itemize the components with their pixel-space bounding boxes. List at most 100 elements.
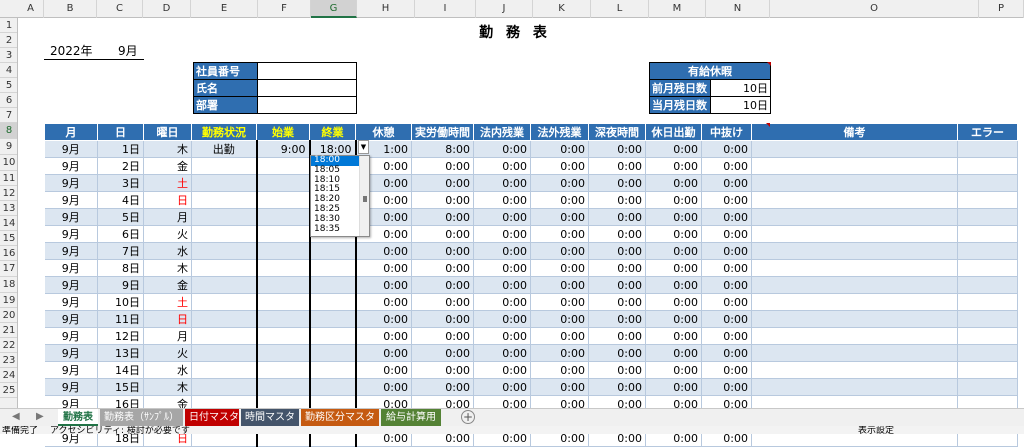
error-cell[interactable] — [957, 310, 1018, 328]
over-ot-cell[interactable]: 0:00 — [530, 344, 589, 362]
status-cell[interactable] — [191, 191, 257, 209]
row-header-21[interactable]: 21 — [0, 323, 17, 338]
row-header-10[interactable]: 10 — [0, 155, 17, 171]
over-ot-cell[interactable]: 0:00 — [530, 310, 589, 328]
over-ot-cell[interactable]: 0:00 — [530, 157, 589, 175]
status-cell[interactable] — [191, 361, 257, 379]
night-cell[interactable]: 0:00 — [588, 225, 646, 243]
accessibility-status[interactable]: アクセシビリティ: 検討が必要です — [50, 426, 190, 434]
end-time-cell[interactable] — [308, 378, 357, 396]
weekday-cell[interactable]: 土 — [143, 174, 192, 192]
status-cell[interactable] — [191, 276, 257, 294]
weekday-cell[interactable]: 火 — [143, 225, 192, 243]
start-time-cell[interactable] — [255, 378, 310, 396]
night-cell[interactable]: 0:00 — [588, 378, 646, 396]
weekday-cell[interactable]: 月 — [143, 208, 192, 226]
night-cell[interactable]: 0:00 — [588, 191, 646, 209]
month-cell[interactable]: 9月 — [44, 259, 98, 277]
status-cell[interactable] — [191, 225, 257, 243]
error-cell[interactable] — [957, 242, 1018, 260]
start-time-cell[interactable] — [255, 242, 310, 260]
column-header-a[interactable]: A — [18, 0, 44, 18]
row-header-14[interactable]: 14 — [0, 216, 17, 231]
add-sheet-button[interactable]: + — [461, 410, 475, 424]
row-header-7[interactable]: 7 — [0, 108, 17, 123]
day-cell[interactable]: 12日 — [97, 327, 144, 345]
row-header-12[interactable]: 12 — [0, 186, 17, 201]
legal-ot-cell[interactable]: 0:00 — [473, 361, 531, 379]
over-ot-cell[interactable]: 0:00 — [530, 140, 589, 158]
mid-break-cell[interactable]: 0:00 — [701, 327, 752, 345]
row-header-5[interactable]: 5 — [0, 78, 17, 93]
month-cell[interactable]: 9月 — [44, 157, 98, 175]
day-cell[interactable]: 3日 — [97, 174, 144, 192]
holiday-cell[interactable]: 0:00 — [645, 378, 702, 396]
legal-ot-cell[interactable]: 0:00 — [473, 242, 531, 260]
weekday-cell[interactable]: 木 — [143, 378, 192, 396]
error-cell[interactable] — [957, 327, 1018, 345]
day-cell[interactable]: 10日 — [97, 293, 144, 311]
holiday-cell[interactable]: 0:00 — [645, 293, 702, 311]
weekday-cell[interactable]: 水 — [143, 242, 192, 260]
remarks-cell[interactable] — [751, 174, 958, 192]
legal-ot-cell[interactable]: 0:00 — [473, 378, 531, 396]
prev-sheet-icon[interactable]: ◀ — [12, 411, 20, 422]
row-header-11[interactable]: 11 — [0, 171, 17, 186]
work-hours-cell[interactable]: 0:00 — [411, 242, 474, 260]
column-header-l[interactable]: L — [591, 0, 649, 18]
remarks-cell[interactable] — [751, 140, 958, 158]
month-cell[interactable]: 9月 — [44, 276, 98, 294]
holiday-cell[interactable]: 0:00 — [645, 327, 702, 345]
weekday-cell[interactable]: 金 — [143, 276, 192, 294]
work-hours-cell[interactable]: 0:00 — [411, 157, 474, 175]
day-cell[interactable]: 7日 — [97, 242, 144, 260]
start-time-cell[interactable] — [255, 310, 310, 328]
column-header-k[interactable]: K — [533, 0, 591, 18]
next-sheet-icon[interactable]: ▶ — [36, 411, 44, 422]
end-time-cell[interactable] — [308, 259, 357, 277]
month-cell[interactable]: 9月 — [44, 361, 98, 379]
error-cell[interactable] — [957, 208, 1018, 226]
night-cell[interactable]: 0:00 — [588, 157, 646, 175]
holiday-cell[interactable]: 0:00 — [645, 191, 702, 209]
mid-break-cell[interactable]: 0:00 — [701, 208, 752, 226]
mid-break-cell[interactable]: 0:00 — [701, 310, 752, 328]
end-time-cell[interactable] — [308, 327, 357, 345]
end-time-cell[interactable] — [308, 276, 357, 294]
day-cell[interactable]: 13日 — [97, 344, 144, 362]
holiday-cell[interactable]: 0:00 — [645, 208, 702, 226]
weekday-cell[interactable]: 火 — [143, 344, 192, 362]
night-cell[interactable]: 0:00 — [588, 344, 646, 362]
work-hours-cell[interactable]: 0:00 — [411, 361, 474, 379]
holiday-cell[interactable]: 0:00 — [645, 344, 702, 362]
column-header-d[interactable]: D — [143, 0, 191, 18]
holiday-cell[interactable]: 0:00 — [645, 140, 702, 158]
column-header-j[interactable]: J — [476, 0, 533, 18]
holiday-cell[interactable]: 0:00 — [645, 157, 702, 175]
row-header-24[interactable]: 24 — [0, 368, 17, 383]
legal-ot-cell[interactable]: 0:00 — [473, 157, 531, 175]
error-cell[interactable] — [957, 293, 1018, 311]
row-header-4[interactable]: 4 — [0, 63, 17, 78]
work-hours-cell[interactable]: 0:00 — [411, 208, 474, 226]
holiday-cell[interactable]: 0:00 — [645, 276, 702, 294]
remarks-cell[interactable] — [751, 361, 958, 379]
break-cell[interactable]: 0:00 — [355, 344, 412, 362]
remarks-cell[interactable] — [751, 378, 958, 396]
weekday-cell[interactable]: 日 — [143, 191, 192, 209]
weekday-cell[interactable]: 金 — [143, 157, 192, 175]
column-header-f[interactable]: F — [258, 0, 311, 18]
status-cell[interactable] — [191, 174, 257, 192]
weekday-cell[interactable]: 日 — [143, 310, 192, 328]
over-ot-cell[interactable]: 0:00 — [530, 327, 589, 345]
legal-ot-cell[interactable]: 0:00 — [473, 174, 531, 192]
mid-break-cell[interactable]: 0:00 — [701, 361, 752, 379]
holiday-cell[interactable]: 0:00 — [645, 361, 702, 379]
month-cell[interactable]: 9月 — [118, 43, 138, 59]
over-ot-cell[interactable]: 0:00 — [530, 208, 589, 226]
day-cell[interactable]: 8日 — [97, 259, 144, 277]
employee-name-cell[interactable] — [257, 79, 357, 97]
dropdown-option[interactable]: 18:35 — [311, 224, 359, 235]
night-cell[interactable]: 0:00 — [588, 259, 646, 277]
row-header-17[interactable]: 17 — [0, 261, 17, 277]
